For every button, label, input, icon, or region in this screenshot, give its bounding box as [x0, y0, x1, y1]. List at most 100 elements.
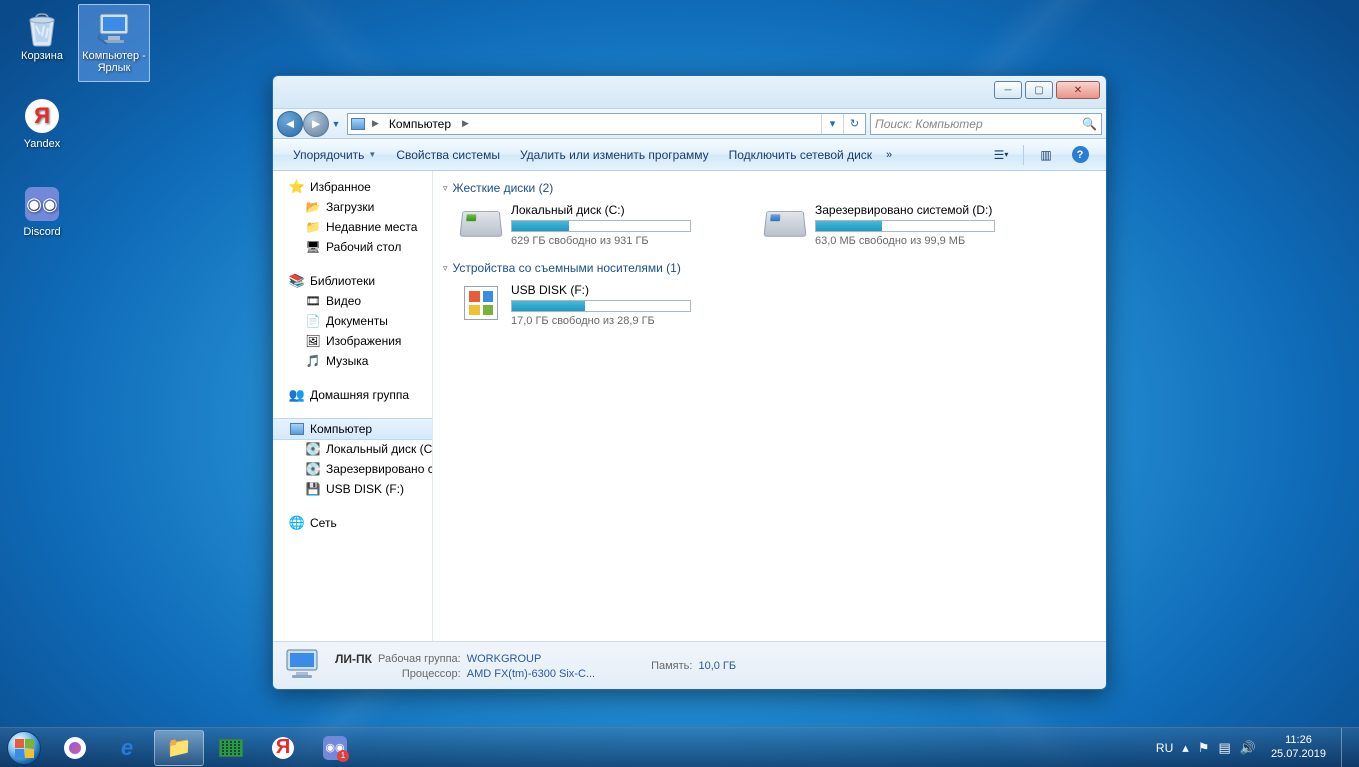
- taskbar-yandex[interactable]: [50, 730, 100, 766]
- desktop-icon-label: Компьютер - Ярлык: [81, 50, 147, 74]
- breadcrumb-segment[interactable]: Компьютер: [383, 114, 458, 134]
- usb-icon: 💾: [305, 481, 321, 497]
- image-icon: 🖼: [305, 333, 321, 349]
- window-titlebar[interactable]: ─ ▢ ✕: [273, 76, 1106, 109]
- nav-history-dropdown[interactable]: ▼: [329, 113, 343, 135]
- tray-volume-icon[interactable]: 🔊: [1240, 740, 1256, 756]
- search-input[interactable]: Поиск: Компьютер 🔍: [870, 113, 1102, 135]
- toolbar-overflow-button[interactable]: »: [882, 149, 896, 161]
- help-button[interactable]: ?: [1064, 143, 1096, 167]
- nav-local-c[interactable]: 💽Локальный диск (C:): [273, 439, 432, 459]
- tray-clock[interactable]: 11:26 25.07.2019: [1265, 734, 1332, 760]
- preview-pane-button[interactable]: ▥: [1030, 143, 1062, 167]
- drive-usb-f[interactable]: USB DISK (F:) 17,0 ГБ свободно из 28,9 Г…: [459, 283, 739, 327]
- taskbar-discord[interactable]: ◉◉1: [310, 730, 360, 766]
- nav-images[interactable]: 🖼Изображения: [273, 331, 432, 351]
- network-icon: 🌐: [289, 515, 305, 531]
- desktop-icon-computer[interactable]: Компьютер - Ярлык: [78, 4, 150, 82]
- status-memory: 10,0 ГБ: [698, 660, 736, 672]
- nav-video[interactable]: 🎞Видео: [273, 291, 432, 311]
- computer-icon: [94, 8, 134, 48]
- details-pane: ЛИ-ПК Рабочая группа: WORKGROUP Процессо…: [273, 641, 1106, 689]
- drive-reserved-d[interactable]: Зарезервировано системой (D:) 63,0 МБ св…: [763, 203, 1043, 247]
- nav-desktop[interactable]: 🖥Рабочий стол: [273, 237, 432, 257]
- folder-icon: 📁: [167, 735, 192, 760]
- drive-local-c[interactable]: Локальный диск (C:) 629 ГБ свободно из 9…: [459, 203, 739, 247]
- view-options-button[interactable]: ☰▾: [985, 143, 1017, 167]
- recent-icon: 📁: [305, 219, 321, 235]
- address-dropdown-button[interactable]: ▾: [821, 114, 843, 134]
- taskbar-explorer[interactable]: 📁: [154, 730, 204, 766]
- nav-favorites[interactable]: ⭐Избранное: [273, 177, 432, 197]
- refresh-button[interactable]: ↻: [843, 114, 865, 134]
- nav-music[interactable]: 🎵Музыка: [273, 351, 432, 371]
- nav-usb-f[interactable]: 💾USB DISK (F:): [273, 479, 432, 499]
- desktop-icon-label: Корзина: [21, 50, 63, 62]
- toolbar-uninstall-program[interactable]: Удалить или изменить программу: [510, 139, 719, 170]
- recycle-bin-icon: [22, 8, 62, 48]
- desktop-icon-discord[interactable]: ◉◉ Discord: [6, 180, 78, 258]
- computer-icon: [289, 421, 305, 437]
- libraries-icon: 📚: [289, 273, 305, 289]
- nav-back-button[interactable]: ◄: [277, 111, 303, 137]
- toolbar-map-network-drive[interactable]: Подключить сетевой диск: [719, 139, 882, 170]
- capacity-bar: [815, 220, 995, 232]
- nav-homegroup[interactable]: 👥Домашняя группа: [273, 385, 432, 405]
- desktop-icon-yandex[interactable]: Я Yandex: [6, 92, 78, 170]
- nav-libraries[interactable]: 📚Библиотеки: [273, 271, 432, 291]
- star-icon: ⭐: [289, 179, 305, 195]
- taskbar-ie[interactable]: e: [102, 730, 152, 766]
- taskbar-taskmgr[interactable]: [206, 730, 256, 766]
- computer-icon: [283, 647, 325, 685]
- hdd-icon: [763, 203, 807, 243]
- breadcrumb-chevron-icon[interactable]: ▶: [458, 118, 473, 129]
- navigation-pane: ⭐Избранное 📂Загрузки 📁Недавние места 🖥Ра…: [273, 171, 433, 641]
- close-button[interactable]: ✕: [1056, 81, 1100, 99]
- content-pane: ▿Жесткие диски (2) Локальный диск (C:) 6…: [433, 171, 1106, 641]
- status-computer-name: ЛИ-ПК: [335, 652, 372, 666]
- toolbar-system-properties[interactable]: Свойства системы: [386, 139, 510, 170]
- minimize-button[interactable]: ─: [994, 81, 1022, 99]
- desktop-icon-label: Yandex: [24, 138, 61, 150]
- yandex-icon: Я: [22, 96, 62, 136]
- tray-action-center-icon[interactable]: ▤: [1218, 740, 1230, 756]
- homegroup-icon: 👥: [289, 387, 305, 403]
- taskbar: e 📁 Я ◉◉1 RU ▴ ⚑ ▤ 🔊 11:26 25.07.2019: [0, 727, 1359, 767]
- taskbar-yandex-browser[interactable]: Я: [258, 730, 308, 766]
- explorer-window: ─ ▢ ✕ ◄ ► ▼ ▶ Компьютер ▶ ▾ ↻ Поиск: Ком: [272, 75, 1107, 690]
- video-icon: 🎞: [305, 293, 321, 309]
- show-desktop-button[interactable]: [1341, 728, 1355, 767]
- nav-computer[interactable]: Компьютер: [273, 418, 432, 440]
- start-button[interactable]: [0, 728, 48, 767]
- document-icon: 📄: [305, 313, 321, 329]
- folder-icon: 📂: [305, 199, 321, 215]
- nav-recent[interactable]: 📁Недавние места: [273, 217, 432, 237]
- desktop-icon: 🖥: [305, 239, 321, 255]
- nav-forward-button[interactable]: ►: [303, 111, 329, 137]
- category-hard-drives[interactable]: ▿Жесткие диски (2): [443, 181, 1096, 195]
- toolbar-organize[interactable]: Упорядочить▼: [283, 139, 386, 170]
- breadcrumb-chevron-icon[interactable]: ▶: [368, 118, 383, 129]
- nav-network[interactable]: 🌐Сеть: [273, 513, 432, 533]
- hdd-icon: [459, 203, 503, 243]
- nav-documents[interactable]: 📄Документы: [273, 311, 432, 331]
- tray-language[interactable]: RU: [1156, 741, 1173, 755]
- music-icon: 🎵: [305, 353, 321, 369]
- search-placeholder: Поиск: Компьютер: [875, 117, 983, 131]
- desktop-icon-recycle[interactable]: Корзина: [6, 4, 78, 82]
- drive-icon: 💽: [305, 461, 321, 477]
- discord-icon: ◉◉: [22, 184, 62, 224]
- usb-disk-icon: [459, 283, 503, 323]
- drive-icon: 💽: [305, 441, 321, 457]
- category-removable[interactable]: ▿Устройства со съемными носителями (1): [443, 261, 1096, 275]
- computer-icon: [348, 118, 368, 130]
- tray-flag-icon[interactable]: ⚑: [1198, 740, 1210, 756]
- address-bar[interactable]: ▶ Компьютер ▶ ▾ ↻: [347, 113, 866, 135]
- search-icon[interactable]: 🔍: [1082, 117, 1097, 131]
- nav-reserved-d[interactable]: 💽Зарезервировано системой (D:): [273, 459, 432, 479]
- tray-show-hidden-icon[interactable]: ▴: [1182, 740, 1189, 756]
- nav-downloads[interactable]: 📂Загрузки: [273, 197, 432, 217]
- status-cpu: AMD FX(tm)-6300 Six-C...: [467, 668, 595, 680]
- maximize-button[interactable]: ▢: [1025, 81, 1053, 99]
- desktop-icon-label: Discord: [23, 226, 60, 238]
